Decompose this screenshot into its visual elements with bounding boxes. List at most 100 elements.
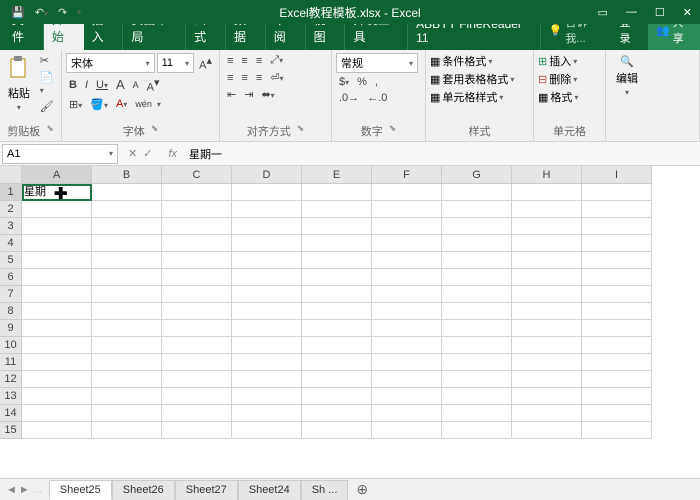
cell[interactable]: 星期 [22,184,92,201]
decrease-decimal-icon[interactable]: ←.0 [364,91,390,105]
cell[interactable] [372,286,442,303]
cell[interactable] [512,371,582,388]
conditional-format-button[interactable]: ▦条件格式▾ [430,53,514,69]
cell[interactable] [582,269,652,286]
grow-font-icon[interactable]: A [113,76,128,93]
col-header[interactable]: F [372,166,442,184]
row-header[interactable]: 11 [0,354,22,371]
delete-cells-button[interactable]: ⊟删除▾ [538,71,578,87]
cell[interactable] [372,405,442,422]
cell[interactable] [512,337,582,354]
cell[interactable] [92,354,162,371]
cell[interactable] [22,320,92,337]
cell[interactable] [512,235,582,252]
number-format-combo[interactable]: 常规▾ [336,53,418,73]
cell[interactable] [512,303,582,320]
col-header[interactable]: D [232,166,302,184]
row-header[interactable]: 2 [0,201,22,218]
maximize-icon[interactable]: ☐ [647,0,673,24]
undo-icon[interactable]: ↶▾ [32,6,51,19]
cell[interactable] [442,371,512,388]
wrap-text-icon[interactable]: ⏎▾ [267,70,286,85]
cell[interactable] [442,252,512,269]
cell[interactable] [512,184,582,201]
cell[interactable] [92,320,162,337]
add-sheet-icon[interactable]: ⊕ [348,481,376,498]
row-header[interactable]: 3 [0,218,22,235]
name-box[interactable]: A1▾ [2,144,118,164]
cell[interactable] [582,354,652,371]
cell[interactable] [582,252,652,269]
cell[interactable] [442,269,512,286]
close-icon[interactable]: ✕ [675,0,700,24]
cell[interactable] [162,218,232,235]
cell[interactable] [232,269,302,286]
phonetic-icon[interactable]: wén [132,98,155,110]
align-bottom-icon[interactable]: ≡ [253,54,265,68]
cell[interactable] [232,201,302,218]
row-header[interactable]: 7 [0,286,22,303]
select-all-corner[interactable] [0,166,22,184]
cell[interactable] [582,371,652,388]
col-header[interactable]: E [302,166,372,184]
cell[interactable] [22,354,92,371]
sheet-nav-prev-icon[interactable]: ◄ [6,484,17,496]
cell[interactable] [22,422,92,439]
cell[interactable] [22,201,92,218]
cell[interactable] [582,303,652,320]
cell[interactable] [232,286,302,303]
format-table-button[interactable]: ▦套用表格格式▾ [430,71,514,87]
cell[interactable] [582,184,652,201]
sheet-tab[interactable]: Sh ... [301,480,349,500]
cell[interactable] [232,235,302,252]
cell[interactable] [512,320,582,337]
col-header[interactable]: B [92,166,162,184]
row-header[interactable]: 13 [0,388,22,405]
number-dialog-icon[interactable]: ⬊ [389,123,397,139]
col-header[interactable]: A [22,166,92,184]
cell[interactable] [512,218,582,235]
cell[interactable] [582,388,652,405]
cell[interactable] [372,388,442,405]
cell[interactable] [372,184,442,201]
clipboard-dialog-icon[interactable]: ⬊ [46,123,54,139]
cell[interactable] [302,388,372,405]
cell[interactable] [92,422,162,439]
decrease-indent-icon[interactable]: ⇤ [224,87,239,102]
cell[interactable] [162,388,232,405]
cell[interactable] [302,303,372,320]
decrease-font-icon[interactable]: A▾ [144,75,163,95]
cell[interactable] [442,286,512,303]
cell[interactable] [92,388,162,405]
cell[interactable] [512,354,582,371]
cell[interactable] [442,184,512,201]
cell[interactable] [442,337,512,354]
ribbon-options-icon[interactable]: ▭ [590,0,616,24]
comma-icon[interactable]: , [372,75,381,89]
cell[interactable] [232,405,302,422]
minimize-icon[interactable]: — [618,0,645,24]
cell[interactable] [582,235,652,252]
cell[interactable] [512,405,582,422]
sheet-tab[interactable]: Sheet27 [175,480,238,500]
cell[interactable] [232,388,302,405]
cell[interactable] [22,388,92,405]
cell[interactable] [162,354,232,371]
redo-icon[interactable]: ↷ [55,6,70,19]
row-header[interactable]: 12 [0,371,22,388]
row-header[interactable]: 5 [0,252,22,269]
row-header[interactable]: 4 [0,235,22,252]
underline-button[interactable]: U▾ [93,78,111,92]
align-top-icon[interactable]: ≡ [224,54,236,68]
cell[interactable] [582,201,652,218]
cell[interactable] [162,320,232,337]
cell[interactable] [442,422,512,439]
sheet-nav-next-icon[interactable]: ► [19,484,30,496]
cell[interactable] [162,201,232,218]
cell[interactable] [22,337,92,354]
align-right-icon[interactable]: ≡ [253,71,265,85]
cell[interactable] [302,286,372,303]
cell[interactable] [372,235,442,252]
cell[interactable] [442,320,512,337]
cell[interactable] [302,252,372,269]
